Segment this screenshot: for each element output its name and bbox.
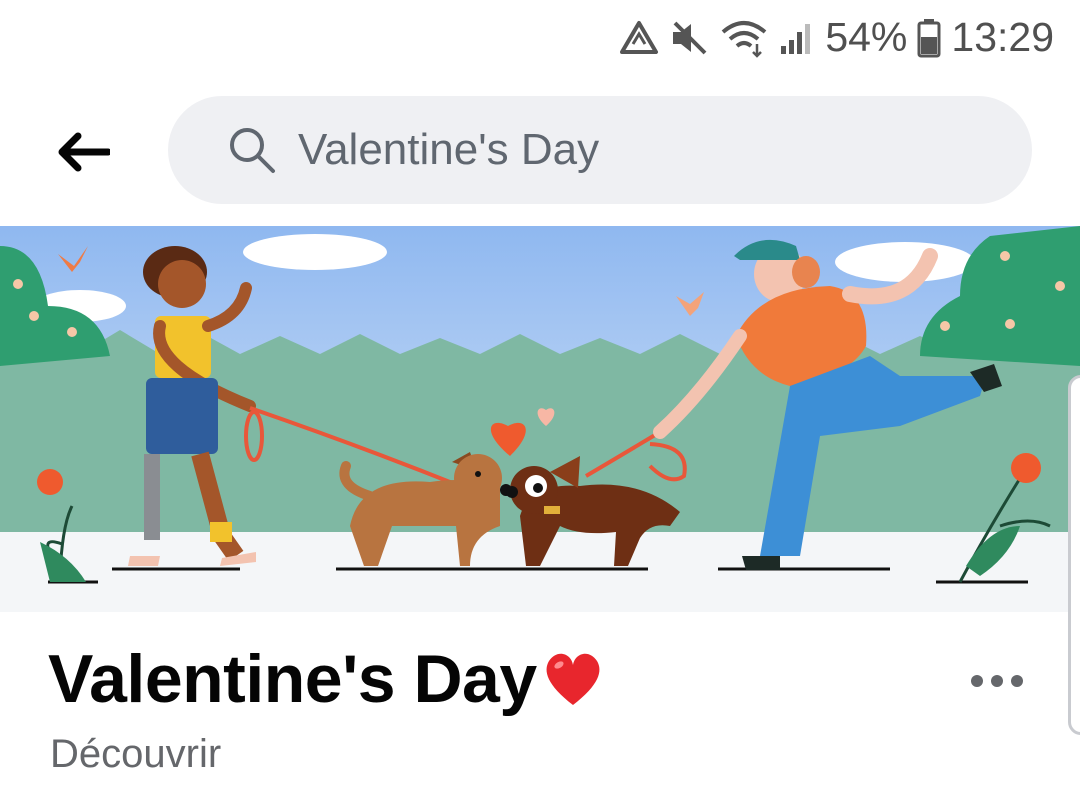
recycle-notification-icon — [620, 20, 659, 54]
group-cover-image[interactable] — [0, 226, 1080, 612]
wifi-icon — [722, 20, 767, 58]
more-dot-icon — [991, 675, 1003, 687]
more-dot-icon — [971, 675, 983, 687]
group-subtitle: Découvrir — [50, 732, 222, 776]
search-icon — [230, 128, 275, 173]
clock: 13:29 — [951, 14, 1054, 60]
mute-icon — [673, 21, 707, 54]
battery-icon — [917, 18, 941, 57]
more-options-button[interactable] — [962, 664, 1032, 698]
arrow-left-icon — [58, 132, 110, 172]
status-bar: 54% 13:29 — [0, 0, 1080, 75]
group-title: Valentine's Day — [48, 640, 605, 718]
group-title-text: Valentine's Day — [48, 641, 537, 717]
group-page: 54% 13:29 Valentine's Day Valentine's Da… — [0, 0, 1080, 810]
search-bar[interactable] — [168, 96, 1032, 204]
side-panel-edge[interactable] — [1068, 375, 1080, 735]
back-button[interactable] — [52, 124, 114, 180]
battery-percent: 54% — [825, 14, 908, 60]
heart-emoji-icon — [546, 653, 600, 705]
more-dot-icon — [1011, 675, 1023, 687]
cell-signal-icon — [781, 23, 811, 54]
search-input[interactable] — [298, 125, 938, 175]
